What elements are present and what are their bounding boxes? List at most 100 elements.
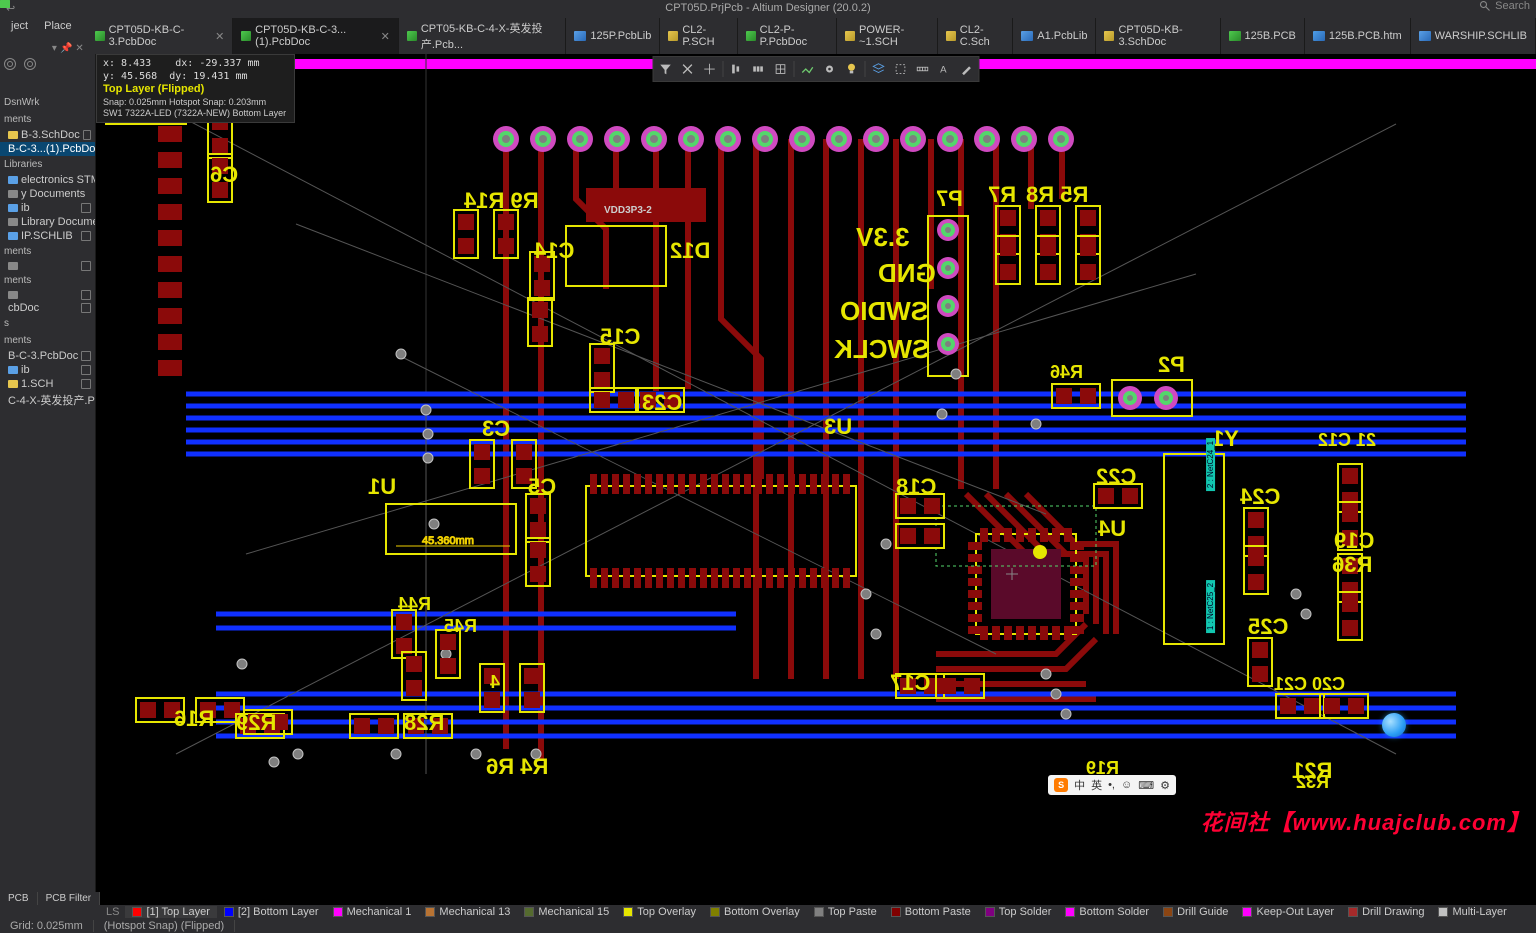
ime-item[interactable]: ☺ [1121,779,1132,791]
layer-tab[interactable]: [1] Top Layer [125,906,216,918]
doc-tab[interactable]: CL2-P-P.PcbDoc [738,18,837,54]
clear-filter-icon[interactable] [678,59,698,79]
tree-group[interactable]: s [0,315,95,332]
pencil-icon[interactable] [957,59,977,79]
doc-tab[interactable]: 125B.PCB.htm [1305,18,1411,54]
tree-item[interactable]: cbDoc [0,301,95,315]
modified-icon [83,130,91,140]
text-icon[interactable]: A [935,59,955,79]
bulb-icon[interactable] [842,59,862,79]
layer-tab[interactable]: Drill Drawing [1341,906,1431,918]
layer-swatch-icon [425,907,435,917]
layer-tab[interactable]: Bottom Overlay [703,906,807,918]
panel-pin-icon[interactable]: 📌 [60,43,72,54]
tree-item[interactable]: B-C-3.PcbDoc [0,349,95,363]
ime-item[interactable]: 中 [1074,777,1085,793]
doc-tab[interactable]: CL2-C.Sch [938,18,1013,54]
layer-tab[interactable]: Keep-Out Layer [1235,906,1341,918]
tree-item-label: ib [21,202,30,214]
tree-item[interactable]: IP.SCHLIB [0,229,95,243]
layer-tab[interactable]: Multi-Layer [1431,906,1513,918]
panel-close-icon[interactable]: ✕ [75,43,83,54]
layer-tab[interactable]: Mechanical 13 [418,906,517,918]
ime-item[interactable]: •, [1108,779,1115,791]
layer-tab[interactable]: Top Solder [978,906,1059,918]
doc-tab-label: WARSHIP.SCHLIB [1435,30,1527,42]
tree-root[interactable]: DsnWrk [0,94,95,111]
designator: Y1 [1212,426,1239,452]
route-icon[interactable] [798,59,818,79]
layer-tab[interactable]: Mechanical 1 [326,906,419,918]
ime-item[interactable]: 英 [1091,777,1102,793]
via-icon[interactable] [820,59,840,79]
tree-item[interactable]: ib [0,363,95,377]
tree-item[interactable]: B-C-3...(1).PcbDoc [0,142,95,156]
align-left-icon[interactable] [727,59,747,79]
gear-icon[interactable] [24,58,36,70]
doc-tab[interactable]: CPT05D-KB-3.SchDoc [1096,18,1220,54]
layer-tab[interactable]: Bottom Paste [884,906,978,918]
tree-item[interactable]: B-3.SchDoc [0,128,95,142]
search-icon [1479,0,1491,12]
menu-ject[interactable]: ject [4,18,35,34]
layer-stack-icon[interactable] [869,59,889,79]
search-input[interactable]: Search [1495,0,1530,12]
ime-item[interactable]: ⚙ [1160,779,1170,792]
layer-tab[interactable]: Drill Guide [1156,906,1235,918]
tree-group[interactable]: ments [0,272,95,289]
tree-item-label: y Documents [21,188,85,200]
tree-group[interactable]: ments [0,243,95,260]
tree-group[interactable]: ments [0,332,95,349]
doc-tab[interactable]: 125B.PCB [1221,18,1305,54]
close-icon[interactable]: ✕ [215,30,224,43]
measure-icon[interactable] [913,59,933,79]
tree-item[interactable] [0,289,95,301]
panel-button[interactable]: PCB [0,892,38,905]
ime-toolbar[interactable]: S中英•,☺⌨⚙ [1048,775,1176,795]
doc-tab[interactable]: POWER-~1.SCH [837,18,938,54]
gear-icon[interactable] [4,58,16,70]
select-rect-icon[interactable] [891,59,911,79]
tree-item[interactable]: 1.SCH [0,377,95,391]
doc-tab[interactable]: 125P.PcbLib [566,18,660,54]
panel-dropdown-icon[interactable]: ▾ [52,43,57,54]
layer-tab[interactable]: LS [100,906,125,918]
pcb-editor[interactable]: x: 8.433 dx: -29.337 mm y: 45.568 dy: 19… [96,54,1536,905]
layer-tab[interactable]: Top Overlay [616,906,703,918]
layer-swatch-icon [224,907,234,917]
close-icon[interactable]: ✕ [381,30,390,43]
status-bar: Grid: 0.025mm (Hotspot Snap) (Flipped) [0,919,1536,933]
ime-item[interactable]: ⌨ [1138,779,1154,792]
doc-tab[interactable]: A1.PcbLib [1013,18,1096,54]
tree-item[interactable]: electronics STM32 F1 [0,173,95,187]
tree-item[interactable] [0,260,95,272]
tree-item[interactable]: C-4-X-英发投产.Pc... [0,391,95,409]
doc-tab[interactable]: CPT05D-KB-C-3...(1).PcbDoc✕ [233,18,398,54]
layer-tab[interactable]: Bottom Solder [1058,906,1156,918]
snap-center-icon[interactable] [700,59,720,79]
layer-tab[interactable]: Top Paste [807,906,884,918]
sch-file-icon [1104,31,1114,41]
tree-group[interactable]: ments [0,111,95,128]
doc-tab[interactable]: CL2-P.SCH [660,18,737,54]
doc-tab[interactable]: WARSHIP.SCHLIB [1411,18,1536,54]
tree-item[interactable]: Library Documents [0,215,95,229]
layer-swatch-icon [132,907,142,917]
align-distribute-icon[interactable] [749,59,769,79]
designator: R5 R8 [1026,182,1088,208]
tree-group[interactable]: Libraries [0,156,95,173]
layer-swatch-icon [1438,907,1448,917]
lib-file-icon [1021,31,1033,41]
tree-item[interactable]: y Documents [0,187,95,201]
panel-button[interactable]: PCB Filter [38,892,101,905]
layer-tab[interactable]: [2] Bottom Layer [217,906,326,918]
designator: R28 [404,710,444,736]
doc-tab[interactable]: CPT05-KB-C-4-X-英发投产.Pcb... [399,18,567,54]
menu-place[interactable]: Place [37,18,79,34]
doc-tab[interactable]: CPT05D-KB-C-3.PcbDoc✕ [87,18,234,54]
layer-tab[interactable]: Mechanical 15 [517,906,616,918]
filter-icon[interactable] [656,59,676,79]
grid-icon[interactable] [771,59,791,79]
lib-file-icon [1419,31,1431,41]
tree-item[interactable]: ib [0,201,95,215]
